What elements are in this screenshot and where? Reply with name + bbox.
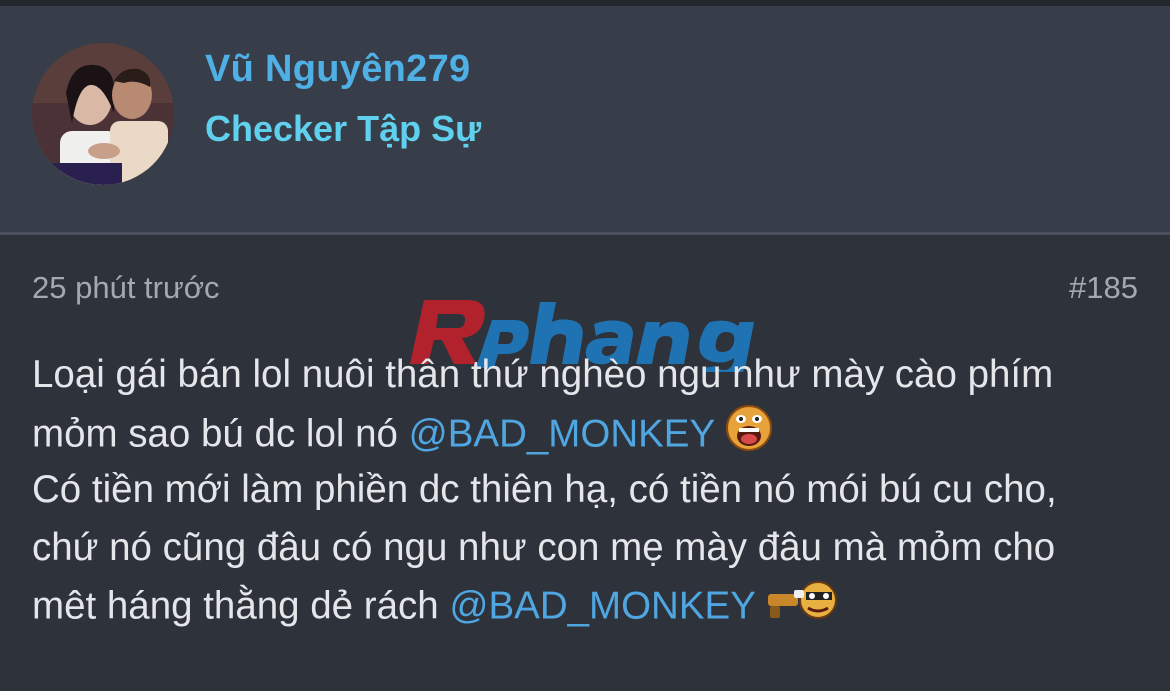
post-line-5: mêt háng thằng dẻ rách @BAD_MONKEY	[32, 576, 1152, 634]
mention-link[interactable]: @BAD_MONKEY	[449, 584, 756, 627]
avatar-photo-icon	[32, 43, 174, 185]
post-line-2-text: mỏm sao bú dc lol nó	[32, 411, 409, 455]
post-line-3: Có tiền mới làm phiền dc thiên hạ, có ti…	[32, 468, 1057, 511]
post-line-4: chứ nó cũng đâu có ngu như con mẹ mày đâ…	[32, 525, 1056, 569]
post-line-2: mỏm sao bú dc lol nó @BAD_MONKEY	[32, 404, 1152, 462]
shocked-emoji-icon	[725, 404, 773, 469]
user-rank: Checker Tập Sự	[205, 108, 482, 149]
username[interactable]: Vũ Nguyên279	[205, 48, 470, 91]
post-line-5-text: mêt háng thằng dẻ rách	[32, 584, 450, 628]
post-line-1: Loại gái bán lol nuôi thân thứ nghèo ngu…	[32, 353, 1054, 396]
post-body: Loại gái bán lol nuôi thân thứ nghèo ngu…	[32, 346, 1152, 634]
avatar[interactable]	[32, 43, 174, 185]
post-number[interactable]: #185	[1069, 270, 1138, 306]
mention-link[interactable]: @BAD_MONKEY	[409, 412, 716, 455]
post-timestamp[interactable]: 25 phút trước	[32, 270, 220, 306]
gun-emoji-icon	[766, 576, 846, 641]
post-author-header: Vũ Nguyên279 Checker Tập Sự	[0, 6, 1170, 232]
